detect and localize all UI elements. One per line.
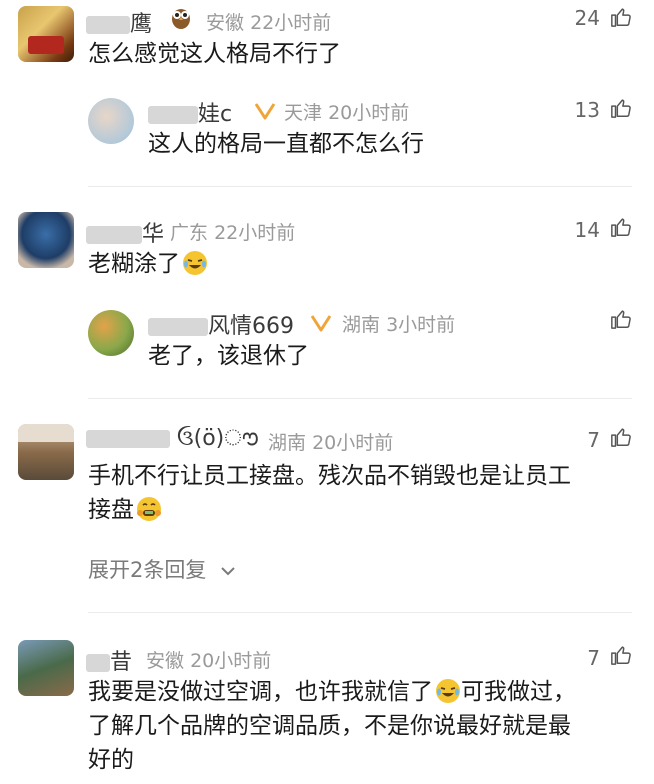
blurred-name <box>86 430 170 448</box>
avatar[interactable] <box>18 212 74 268</box>
vip-badge-icon <box>250 100 280 120</box>
thumb-up-icon <box>611 646 631 665</box>
comment-meta: 安徽 20小时前 <box>146 650 272 672</box>
chevron-down-icon <box>221 567 235 576</box>
thumb-up-icon <box>611 8 631 27</box>
comment-username[interactable]: 昔 <box>86 644 132 676</box>
divider <box>88 612 632 613</box>
reply-text: 老了，该退休了 <box>148 343 309 369</box>
avatar[interactable] <box>18 640 74 696</box>
like-count: 13 <box>574 98 600 122</box>
reply-meta: 湖南 3小时前 <box>342 314 456 336</box>
comment-meta: 安徽 22小时前 <box>206 12 332 34</box>
blurred-name <box>148 318 208 336</box>
laughing-crying-emoji <box>436 679 460 703</box>
expand-replies-button[interactable]: 展开2条回复 <box>88 554 237 584</box>
comment-text-line: 了解几个品牌的空调品质，不是你说最好就是最 <box>88 713 571 739</box>
like-count: 14 <box>574 218 600 242</box>
reply-username[interactable]: 娃c <box>148 96 232 128</box>
avatar[interactable] <box>18 6 74 62</box>
blurred-name <box>86 654 110 672</box>
like-button[interactable] <box>610 308 632 334</box>
avatar[interactable] <box>18 424 74 480</box>
blurred-name <box>86 16 130 34</box>
comment-text-line: 好的 <box>88 747 134 773</box>
comment-username[interactable]: 鹰 <box>86 6 152 38</box>
owl-badge-icon <box>170 4 192 30</box>
comment-meta: 广东 22小时前 <box>170 222 296 244</box>
avatar[interactable] <box>88 98 134 144</box>
vip-badge-icon <box>306 312 336 332</box>
reply-text: 这人的格局一直都不怎么行 <box>148 131 424 157</box>
like-button[interactable] <box>610 644 632 670</box>
comment-meta: 湖南 20小时前 <box>268 432 394 454</box>
laughing-crying-emoji <box>183 251 207 275</box>
like-count: 7 <box>587 646 600 670</box>
like-button[interactable] <box>610 6 632 32</box>
comment-text: 怎么感觉这人格局不行了 <box>88 41 341 67</box>
blurred-name <box>148 106 198 124</box>
comment-username[interactable]: ઉ(ö)ൗ <box>86 426 258 451</box>
like-button[interactable] <box>610 426 632 452</box>
comment-text: 老糊涂了 <box>88 248 208 281</box>
like-count: 7 <box>587 428 600 452</box>
like-count: 24 <box>574 6 600 30</box>
blurred-name <box>86 226 142 244</box>
like-button[interactable] <box>610 216 632 242</box>
comment-text-line: 接盘 <box>88 494 162 527</box>
thumb-up-icon <box>611 99 631 118</box>
money-mouth-emoji <box>137 497 161 521</box>
comment-username[interactable]: 华 <box>86 216 164 248</box>
divider <box>88 398 632 399</box>
thumb-up-icon <box>611 310 631 329</box>
comment-text-line: 我要是没做过空调，也许我就信了 可我做过， <box>88 679 576 705</box>
avatar[interactable] <box>88 310 134 356</box>
like-button[interactable] <box>610 97 632 123</box>
comment-text-line: 手机不行让员工接盘。残次品不销毁也是让员工 <box>88 463 571 489</box>
thumb-up-icon <box>611 218 631 237</box>
thumb-up-icon <box>611 428 631 447</box>
divider <box>88 186 632 187</box>
reply-meta: 天津 20小时前 <box>284 102 410 124</box>
reply-username[interactable]: 风情669 <box>148 308 294 340</box>
